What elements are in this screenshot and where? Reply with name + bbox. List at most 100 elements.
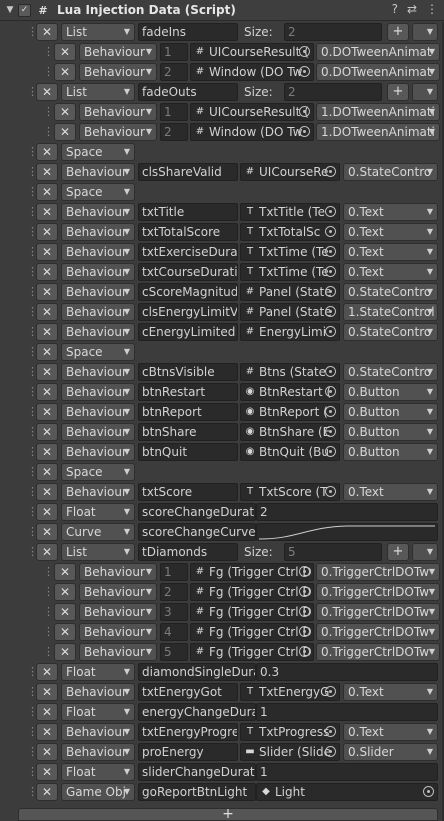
object-field[interactable]: # Btns (State (240, 363, 340, 381)
remove-button[interactable]: ✕ (36, 443, 58, 461)
type-dropdown[interactable]: Float ▼ (61, 663, 135, 681)
drag-handle-icon[interactable]: ⋮⋮ (43, 65, 63, 79)
component-dropdown[interactable]: 0.Text ▼ (343, 223, 438, 241)
remove-button[interactable]: ✕ (36, 483, 58, 501)
drag-handle-icon[interactable]: ⋮⋮ (27, 445, 47, 459)
object-picker-icon[interactable] (299, 126, 310, 137)
float-value-field[interactable]: 1 (256, 703, 438, 721)
float-value-field[interactable]: 2 (256, 503, 438, 521)
type-dropdown[interactable]: Space ▼ (61, 463, 135, 481)
size-field[interactable]: 2 (284, 23, 382, 41)
drag-handle-icon[interactable]: ⋮⋮ (27, 325, 47, 339)
key-name-field[interactable]: txtEnergyGot (138, 683, 238, 701)
remove-button[interactable]: ✕ (36, 723, 58, 741)
object-picker-icon[interactable] (325, 226, 336, 237)
component-dropdown[interactable]: 0.Text ▼ (343, 723, 438, 741)
object-field[interactable]: T TxtTime (Te (240, 263, 340, 281)
component-dropdown[interactable]: 0.TriggerCtrlDOTw ▼ (316, 643, 440, 661)
drag-handle-icon[interactable]: ⋮⋮ (43, 625, 63, 639)
drag-handle-icon[interactable]: ⋮⋮ (27, 225, 47, 239)
drag-handle-icon[interactable]: ⋮⋮ (27, 345, 47, 359)
triangle-down-icon[interactable]: ▼ (3, 5, 17, 15)
key-name-field[interactable]: scoreChangeCurve (138, 523, 256, 541)
add-element-button[interactable]: + (387, 543, 409, 561)
object-field[interactable]: ▬ Slider (Slide (240, 743, 340, 761)
type-dropdown[interactable]: Behaviour ▼ (61, 443, 135, 461)
component-dropdown[interactable]: 0.Text ▼ (343, 263, 438, 281)
drag-handle-icon[interactable]: ⋮⋮ (27, 665, 47, 679)
key-name-field[interactable]: goReportBtnLight (138, 783, 256, 801)
drag-handle-icon[interactable]: ⋮⋮ (27, 365, 47, 379)
drag-handle-icon[interactable]: ⋮⋮ (27, 285, 47, 299)
type-dropdown[interactable]: Behaviour ▼ (61, 403, 135, 421)
list-options-dropdown[interactable]: ▼ (412, 543, 438, 561)
object-field[interactable]: # UICourseResult ( (190, 43, 314, 61)
remove-button[interactable]: ✕ (36, 83, 58, 101)
drag-handle-icon[interactable]: ⋮⋮ (27, 725, 47, 739)
object-picker-icon[interactable] (325, 726, 336, 737)
key-name-field[interactable]: txtScore (138, 483, 238, 501)
key-name-field[interactable]: cBtnsVisible (138, 363, 238, 381)
drag-handle-icon[interactable]: ⋮⋮ (27, 425, 47, 439)
key-name-field[interactable]: proEnergy (138, 743, 238, 761)
component-dropdown[interactable]: 0.StateContro ▼ (343, 323, 438, 341)
remove-button[interactable]: ✕ (36, 203, 58, 221)
key-name-field[interactable]: cScoreMagnitude (138, 283, 238, 301)
remove-button[interactable]: ✕ (54, 43, 76, 61)
type-dropdown[interactable]: Space ▼ (61, 183, 135, 201)
key-name-field[interactable]: btnQuit (138, 443, 238, 461)
object-picker-icon[interactable] (299, 586, 310, 597)
type-dropdown[interactable]: Behaviour ▼ (61, 263, 135, 281)
remove-button[interactable]: ✕ (36, 263, 58, 281)
float-value-field[interactable]: 0.3 (256, 663, 438, 681)
drag-handle-icon[interactable]: ⋮⋮ (27, 705, 47, 719)
remove-button[interactable]: ✕ (54, 123, 76, 141)
remove-button[interactable]: ✕ (54, 103, 76, 121)
drag-handle-icon[interactable]: ⋮⋮ (27, 785, 47, 799)
object-picker-icon[interactable] (325, 746, 336, 757)
key-name-field[interactable]: cEnergyLimited (138, 323, 238, 341)
drag-handle-icon[interactable]: ⋮⋮ (27, 505, 47, 519)
object-field[interactable]: # Fg (Trigger Ctrl D (190, 583, 314, 601)
help-icon[interactable]: ? (392, 2, 398, 16)
object-field[interactable]: T TxtProgress (240, 723, 340, 741)
remove-button[interactable]: ✕ (36, 743, 58, 761)
object-picker-icon[interactable] (325, 366, 336, 377)
component-dropdown[interactable]: 0.Slider ▼ (343, 743, 438, 761)
component-dropdown[interactable]: 0.TriggerCtrlDOTw ▼ (316, 583, 440, 601)
object-picker-icon[interactable] (325, 306, 336, 317)
type-dropdown[interactable]: Behaviour ▼ (79, 43, 157, 61)
drag-handle-icon[interactable]: ⋮⋮ (27, 25, 47, 39)
object-picker-icon[interactable] (299, 66, 310, 77)
object-field[interactable]: # UICourseRe (240, 163, 340, 181)
object-picker-icon[interactable] (299, 46, 310, 57)
size-field[interactable]: 2 (284, 83, 382, 101)
key-name-field[interactable]: txtTitle (138, 203, 238, 221)
object-picker-icon[interactable] (325, 686, 336, 697)
object-field[interactable]: # Window (DO Tw (190, 63, 314, 81)
remove-button[interactable]: ✕ (54, 583, 76, 601)
type-dropdown[interactable]: List ▼ (61, 543, 135, 561)
list-name-field[interactable]: fadeIns (138, 23, 238, 41)
object-picker-icon[interactable] (423, 786, 434, 797)
object-picker-icon[interactable] (299, 606, 310, 617)
remove-button[interactable]: ✕ (36, 403, 58, 421)
component-dropdown[interactable]: 1.StateControl ▼ (343, 303, 438, 321)
add-field-button[interactable]: + (18, 807, 438, 821)
key-name-field[interactable]: scoreChangeDuratic (138, 503, 256, 521)
remove-button[interactable]: ✕ (36, 303, 58, 321)
object-field[interactable]: # Panel (State (240, 283, 340, 301)
remove-button[interactable]: ✕ (36, 383, 58, 401)
drag-handle-icon[interactable]: ⋮⋮ (27, 745, 47, 759)
type-dropdown[interactable]: Behaviour ▼ (79, 643, 157, 661)
drag-handle-icon[interactable]: ⋮⋮ (27, 145, 47, 159)
type-dropdown[interactable]: Behaviour ▼ (61, 383, 135, 401)
drag-handle-icon[interactable]: ⋮⋮ (43, 565, 63, 579)
type-dropdown[interactable]: Float ▼ (61, 503, 135, 521)
object-picker-icon[interactable] (325, 486, 336, 497)
type-dropdown[interactable]: Behaviour ▼ (61, 423, 135, 441)
list-options-dropdown[interactable]: ▼ (412, 23, 438, 41)
remove-button[interactable]: ✕ (54, 563, 76, 581)
key-name-field[interactable]: energyChangeDurat (138, 703, 256, 721)
remove-button[interactable]: ✕ (36, 223, 58, 241)
